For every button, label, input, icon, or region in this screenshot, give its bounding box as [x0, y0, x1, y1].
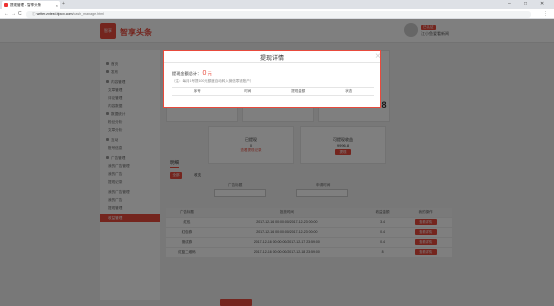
column-header: 状态 [345, 89, 353, 93]
browser-tab-bar: 提现管理 - 智享头条 × + – □ ✕ [0, 0, 554, 9]
maximize-icon[interactable]: □ [524, 1, 527, 7]
column-header: 序号 [193, 89, 201, 93]
modal-note: （注：每月1号提100元额度自动转入微信零钱账户） [172, 79, 254, 83]
withdraw-total: 提现金额总计： 0 元 [172, 70, 212, 77]
back-icon[interactable]: ← [4, 11, 9, 17]
close-icon[interactable]: × [375, 52, 381, 62]
tab-close-icon[interactable]: × [56, 3, 58, 8]
reload-icon[interactable]: C [18, 11, 22, 17]
url-field[interactable]: ⓘ writer.zxtest.bjxcx.com/cash_manage.ht… [26, 10, 531, 18]
browser-menu-icon[interactable]: ⋮ [543, 11, 548, 17]
window-close-icon[interactable]: ✕ [540, 1, 544, 7]
tab-title: 提现管理 - 智享头条 [10, 2, 42, 7]
divider [164, 62, 380, 63]
amount-unit: 元 [207, 71, 212, 76]
address-bar-row: ← → C ⓘ writer.zxtest.bjxcx.com/cash_man… [0, 9, 554, 19]
amount-value: 0 [202, 70, 207, 77]
column-header: 提现金额 [291, 89, 306, 93]
url-host: writer.zxtest.bjxcx.com [36, 11, 73, 16]
site-info-icon[interactable]: ⓘ [32, 12, 36, 16]
forward-icon[interactable]: → [11, 11, 16, 17]
withdraw-detail-modal: 提现详情 提现金额总计： 0 元 （注：每月1号提100元额度自动转入微信零钱账… [163, 50, 381, 108]
modal-title: 提现详情 [259, 56, 284, 62]
url-path: /cash_manage.html [72, 11, 104, 16]
modal-table-header: 序号 时间 提现金额 状态 [172, 87, 374, 96]
column-header: 时间 [244, 89, 252, 93]
favicon-icon [4, 3, 8, 7]
amount-label: 提现金额总计： [172, 71, 202, 76]
minimize-icon[interactable]: – [508, 1, 511, 7]
browser-tab[interactable]: 提现管理 - 智享头条 × [2, 1, 60, 9]
new-tab-icon[interactable]: + [62, 1, 68, 8]
